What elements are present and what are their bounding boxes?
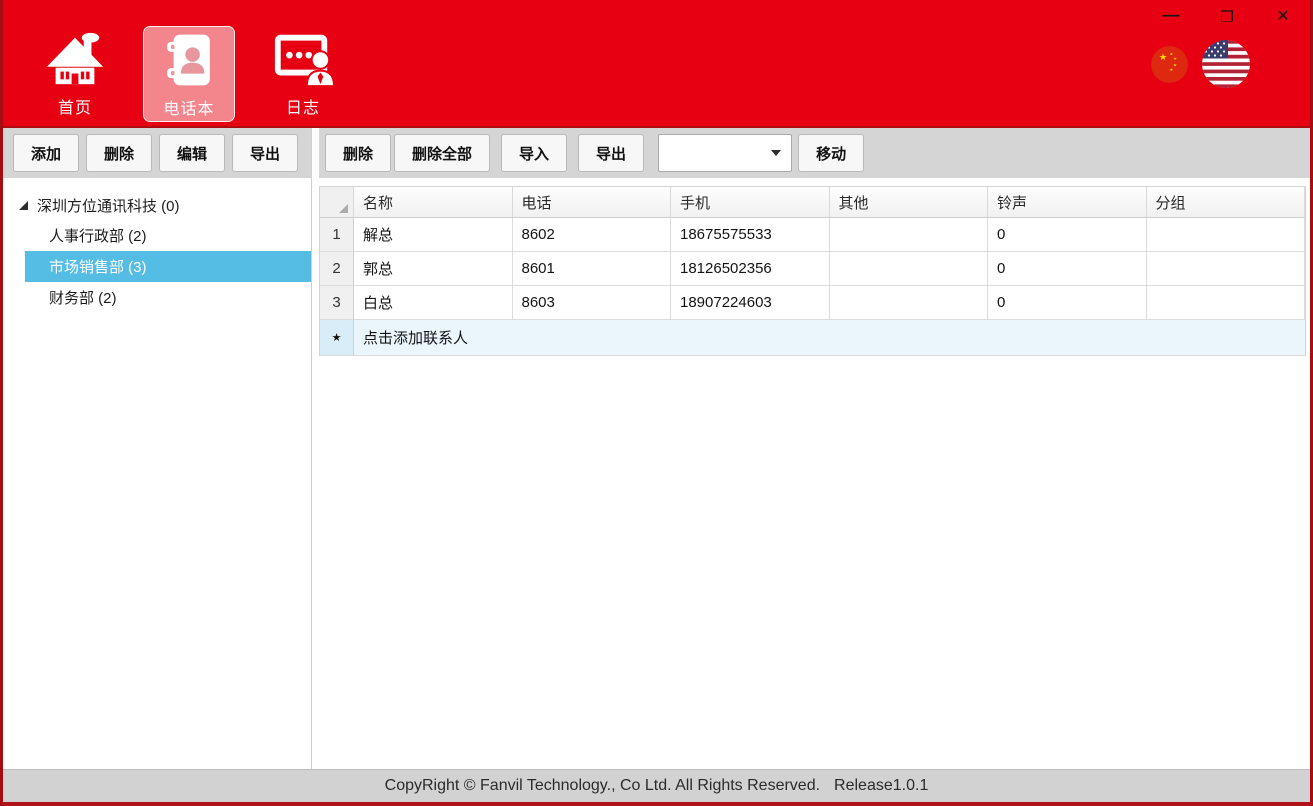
titlebar: — ❐ ✕ (3, 0, 1310, 128)
col-header-phone[interactable]: 电话 (513, 187, 672, 218)
tree-root-company[interactable]: 深圳方位通讯科技 (0) (3, 190, 311, 220)
tree-item-label: 人事行政部 (2) (49, 225, 147, 246)
select-all-triangle-icon (339, 204, 348, 213)
sidebar: 添加 删除 编辑 导出 深圳方位通讯科技 (0) 人事行政部 (2) 市场销售部… (3, 128, 312, 769)
cell-group[interactable] (1147, 252, 1306, 286)
add-contact-hint[interactable]: 点击添加联系人 (354, 320, 1305, 356)
usa-flag-icon[interactable] (1202, 40, 1250, 88)
nav-label-log: 日志 (286, 94, 320, 118)
cell-ring[interactable]: 0 (988, 286, 1147, 320)
group-edit-button[interactable]: 编辑 (159, 134, 225, 172)
move-target-dropdown[interactable] (658, 134, 792, 172)
cell-name[interactable]: 郭总 (354, 252, 513, 286)
nav-tab-log[interactable]: 日志 (257, 26, 349, 122)
table-empty-space (319, 356, 1310, 769)
cell-group[interactable] (1147, 286, 1306, 320)
copyright-text: CopyRight © Fanvil Technology., Co Ltd. … (385, 777, 820, 795)
col-header-ring[interactable]: 铃声 (988, 187, 1147, 218)
cell-mobile[interactable]: 18907224603 (671, 286, 830, 320)
group-export-button[interactable]: 导出 (232, 134, 298, 172)
app-window: — ❐ ✕ (0, 0, 1313, 806)
nav-label-home: 首页 (58, 94, 92, 118)
main-nav: 首页 电话本 (29, 26, 349, 122)
cell-phone[interactable]: 8603 (513, 286, 672, 320)
select-all-corner[interactable] (320, 187, 354, 218)
contact-export-button[interactable]: 导出 (578, 134, 644, 172)
status-bar: CopyRight © Fanvil Technology., Co Ltd. … (3, 769, 1310, 802)
cell-mobile[interactable]: 18126502356 (671, 252, 830, 286)
contact-delete-button[interactable]: 删除 (325, 134, 391, 172)
nav-tab-phonebook[interactable]: 电话本 (143, 26, 235, 122)
tree-item-finance-dept[interactable]: 财务部 (2) (3, 282, 311, 313)
group-delete-button[interactable]: 删除 (86, 134, 152, 172)
row-number[interactable]: 1 (320, 218, 354, 252)
phonebook-icon (160, 27, 218, 93)
cell-ring[interactable]: 0 (988, 252, 1147, 286)
col-header-mobile[interactable]: 手机 (671, 187, 830, 218)
group-add-button[interactable]: 添加 (13, 134, 79, 172)
contact-move-button[interactable]: 移动 (798, 134, 864, 172)
col-header-group[interactable]: 分组 (1147, 187, 1306, 218)
nav-label-phonebook: 电话本 (163, 95, 214, 119)
cell-mobile[interactable]: 18675575533 (671, 218, 830, 252)
chevron-down-icon (771, 150, 781, 156)
close-icon: ✕ (1276, 9, 1289, 25)
tree-item-marketing-dept[interactable]: 市场销售部 (3) (25, 251, 311, 282)
row-number[interactable]: 2 (320, 252, 354, 286)
nav-tab-home[interactable]: 首页 (29, 26, 121, 122)
table-row: 3 白总 8603 18907224603 0 (320, 286, 1305, 320)
log-icon (270, 26, 336, 92)
col-header-other[interactable]: 其他 (830, 187, 989, 218)
language-switcher (1151, 0, 1250, 128)
close-button[interactable]: ✕ (1268, 4, 1298, 30)
cell-name[interactable]: 白总 (354, 286, 513, 320)
cell-other[interactable] (830, 218, 989, 252)
table-row: 2 郭总 8601 18126502356 0 (320, 252, 1305, 286)
tree-expander-icon[interactable] (19, 201, 28, 210)
cell-phone[interactable]: 8602 (513, 218, 672, 252)
new-row-star-icon[interactable]: ★ (320, 320, 354, 356)
table-header-row: 名称 电话 手机 其他 铃声 分组 (320, 187, 1305, 218)
home-icon (44, 26, 106, 92)
release-version: Release1.0.1 (834, 777, 928, 795)
contact-delete-all-button[interactable]: 删除全部 (394, 134, 490, 172)
main-panel: 删除 删除全部 导入 导出 移动 名称 电话 手机 (319, 128, 1310, 769)
col-header-name[interactable]: 名称 (354, 187, 513, 218)
group-tree: 深圳方位通讯科技 (0) 人事行政部 (2) 市场销售部 (3) 财务部 (2) (3, 178, 311, 769)
cell-other[interactable] (830, 252, 989, 286)
table-row: 1 解总 8602 18675575533 0 (320, 218, 1305, 252)
cell-phone[interactable]: 8601 (513, 252, 672, 286)
cell-ring[interactable]: 0 (988, 218, 1147, 252)
tree-item-label: 财务部 (2) (49, 287, 117, 308)
tree-item-hr-dept[interactable]: 人事行政部 (2) (3, 220, 311, 251)
cell-other[interactable] (830, 286, 989, 320)
tree-item-label: 市场销售部 (3) (49, 256, 147, 277)
content-area: 添加 删除 编辑 导出 深圳方位通讯科技 (0) 人事行政部 (2) 市场销售部… (3, 128, 1310, 769)
contact-import-button[interactable]: 导入 (501, 134, 567, 172)
tree-root-label: 深圳方位通讯科技 (0) (37, 195, 180, 216)
cell-name[interactable]: 解总 (354, 218, 513, 252)
cell-group[interactable] (1147, 218, 1306, 252)
contact-toolbar: 删除 删除全部 导入 导出 移动 (319, 128, 1310, 178)
sidebar-toolbar: 添加 删除 编辑 导出 (3, 128, 311, 178)
row-number[interactable]: 3 (320, 286, 354, 320)
new-contact-row: ★ 点击添加联系人 (320, 320, 1305, 356)
china-flag-icon[interactable] (1151, 46, 1188, 83)
contact-table: 名称 电话 手机 其他 铃声 分组 1 解总 8602 18675575533 … (319, 186, 1306, 356)
